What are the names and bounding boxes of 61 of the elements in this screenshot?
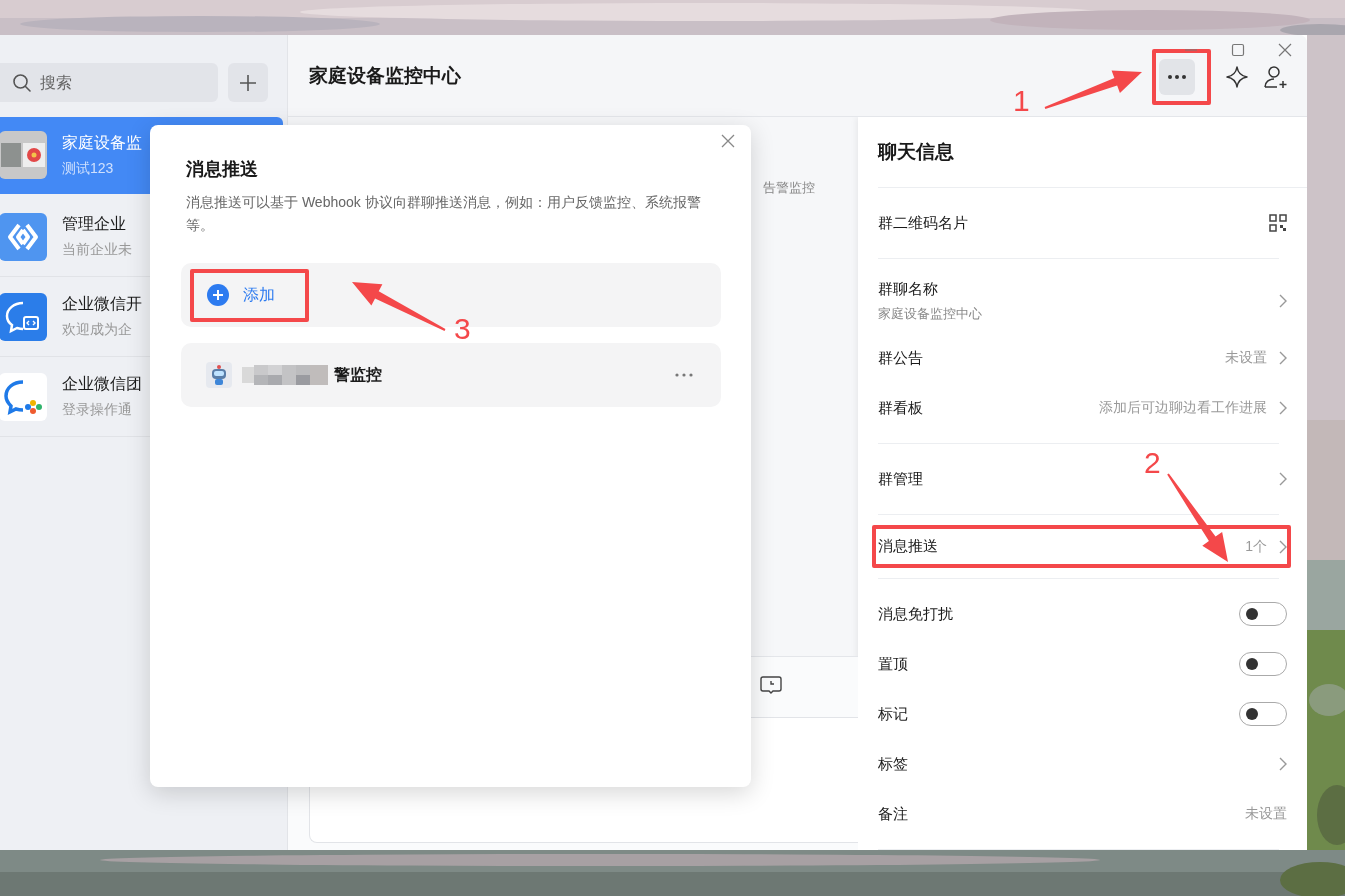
row-label[interactable]: 群公告	[878, 348, 923, 368]
row-label[interactable]: 群聊名称	[878, 279, 982, 299]
chat-title: 家庭设备监控中心	[309, 63, 461, 88]
chat-preview: 欢迎成为企	[62, 321, 133, 339]
row-label[interactable]: 标记	[878, 704, 908, 724]
chat-name: 企业微信团	[62, 374, 142, 394]
row-value: 未设置	[1225, 349, 1267, 367]
step-number: 2	[1144, 448, 1161, 478]
search-field[interactable]: 搜索	[40, 73, 190, 92]
chat-bubble-icon	[0, 372, 47, 421]
plus-icon	[238, 72, 258, 93]
row-label[interactable]: 群看板	[878, 398, 923, 418]
step-number: 1	[1013, 86, 1030, 116]
search-box[interactable]: 搜索	[0, 63, 218, 102]
chevron-right-icon[interactable]	[1279, 757, 1287, 771]
chevron-right-icon[interactable]	[1279, 539, 1287, 554]
chevron-right-icon[interactable]	[1279, 294, 1287, 308]
chat-preview: 当前企业未	[62, 241, 132, 259]
more-icon	[1167, 73, 1187, 80]
search-icon	[12, 72, 32, 93]
row-value: 添加后可边聊边看工作进展	[1099, 399, 1267, 417]
toggle-switch[interactable]	[1239, 602, 1287, 626]
chat-name: 家庭设备监	[62, 132, 142, 153]
row-label[interactable]: 置顶	[878, 654, 908, 674]
chat-preview: 登录操作通	[62, 401, 133, 419]
webhook-item[interactable]: 警监控	[181, 343, 721, 407]
row-label[interactable]: 备注	[878, 804, 908, 824]
toggle-switch[interactable]	[1239, 702, 1287, 726]
chat-code-icon	[0, 292, 47, 341]
toggle-switch[interactable]	[1239, 652, 1287, 676]
close-icon[interactable]	[721, 134, 735, 148]
more-button[interactable]	[1159, 58, 1195, 95]
step-number: 3	[454, 314, 471, 344]
plus-circle-icon	[207, 284, 229, 306]
row-value: 1个	[1245, 537, 1267, 556]
row-value: 未设置	[1245, 805, 1287, 823]
more-icon[interactable]	[675, 373, 693, 377]
app-logo-icon	[0, 212, 47, 261]
chat-name: 企业微信开	[62, 294, 142, 314]
add-button[interactable]	[228, 63, 268, 102]
webhook-name: 警监控	[334, 364, 382, 385]
row-label[interactable]: 消息推送	[878, 537, 938, 556]
add-person-icon[interactable]	[1263, 64, 1289, 89]
chat-preview: 测试123	[62, 159, 115, 178]
maximize-icon[interactable]	[1231, 43, 1245, 57]
message-text: 告警监控	[763, 179, 815, 197]
chat-name: 管理企业	[62, 214, 127, 234]
close-icon[interactable]	[1278, 43, 1292, 57]
robot-icon	[206, 362, 232, 388]
row-subtitle: 家庭设备监控中心	[878, 304, 982, 323]
add-button[interactable]: 添加	[194, 275, 275, 315]
row-label[interactable]: 群二维码名片	[878, 213, 968, 233]
chevron-right-icon[interactable]	[1279, 401, 1287, 415]
qr-code-icon[interactable]	[1269, 214, 1287, 232]
row-label[interactable]: 消息免打扰	[878, 604, 953, 624]
chevron-right-icon[interactable]	[1279, 472, 1287, 486]
row-label[interactable]: 标签	[878, 754, 908, 774]
dialog-title: 消息推送	[185, 158, 259, 181]
chevron-right-icon[interactable]	[1279, 351, 1287, 365]
sparkle-icon[interactable]	[1225, 64, 1249, 89]
row-label[interactable]: 群管理	[878, 469, 923, 489]
